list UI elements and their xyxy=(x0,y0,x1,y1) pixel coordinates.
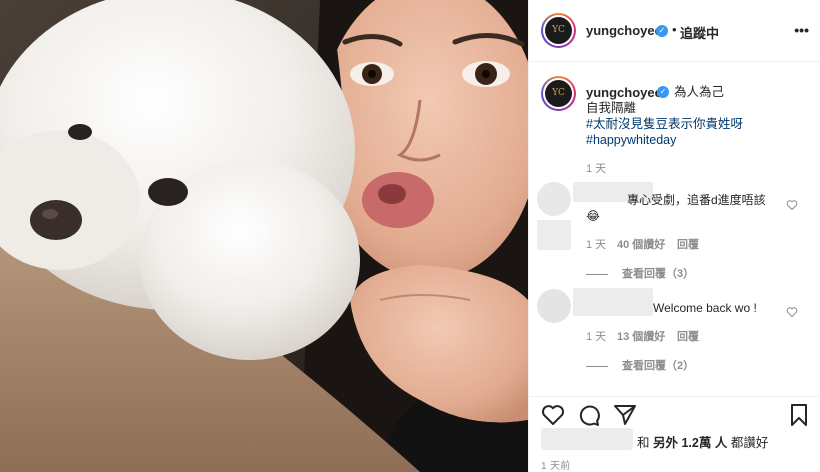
comment-like-count[interactable]: 40 個讚好 xyxy=(617,236,665,252)
comment-like-heart-icon[interactable] xyxy=(786,199,798,211)
replies-divider-line xyxy=(586,365,608,367)
post-header: YC yungchoyee ✓ • 追蹤中 ••• xyxy=(529,0,820,62)
comment-avatar[interactable] xyxy=(537,289,571,323)
post-photo[interactable] xyxy=(0,0,528,472)
caption-line-1: 為人為己 xyxy=(674,85,725,99)
comment-like-count[interactable]: 13 個讚好 xyxy=(617,328,665,344)
post-side-panel: YC yungchoyee ✓ • 追蹤中 ••• YC yungchoyee … xyxy=(528,0,820,472)
likes-prefix: 和 xyxy=(637,436,650,450)
author-avatar[interactable]: YC xyxy=(541,13,576,48)
author-username[interactable]: yungchoyee xyxy=(586,23,662,38)
following-button[interactable]: 追蹤中 xyxy=(680,23,719,42)
comment-like-heart-icon[interactable] xyxy=(786,306,798,318)
liker-avatars-blurred[interactable] xyxy=(541,428,633,450)
caption-line-2: 自我隔離 xyxy=(586,101,637,115)
post-action-bar xyxy=(529,396,820,430)
likes-count[interactable]: 另外 1.2萬 人 xyxy=(653,436,727,450)
caption-hashtag-2[interactable]: #happywhiteday xyxy=(586,132,676,148)
comment-timestamp[interactable]: 1 天 xyxy=(586,236,606,252)
likes-suffix: 都讚好 xyxy=(730,436,769,450)
more-options-icon[interactable]: ••• xyxy=(794,22,809,38)
comment-text-emoji: 😂 xyxy=(586,209,601,223)
post-timestamp[interactable]: 1 天前 xyxy=(541,457,571,472)
avatar-logo: YC xyxy=(545,80,572,107)
view-replies-button[interactable]: 查看回覆（3） xyxy=(586,265,694,281)
view-replies-label: 查看回覆（3） xyxy=(622,268,695,280)
view-replies-button[interactable]: 查看回覆（2） xyxy=(586,357,694,373)
caption-timestamp[interactable]: 1 天 xyxy=(586,160,606,176)
replies-divider-line xyxy=(586,273,608,275)
share-paper-plane-icon[interactable] xyxy=(613,403,637,427)
caption-username[interactable]: yungchoyee xyxy=(586,85,662,100)
avatar-logo: YC xyxy=(545,17,572,44)
verified-badge-icon: ✓ xyxy=(656,25,668,37)
comment-timestamp[interactable]: 1 天 xyxy=(586,328,606,344)
likes-summary-text[interactable]: 和 另外 1.2萬 人 都讚好 xyxy=(637,432,768,451)
verified-badge-icon: ✓ xyxy=(657,86,669,98)
likes-summary: 和 另外 1.2萬 人 都讚好 xyxy=(541,428,811,452)
comment-bubble-icon[interactable] xyxy=(577,403,601,427)
like-heart-icon[interactable] xyxy=(541,403,565,427)
comment-avatar-blur xyxy=(537,220,571,250)
comment-reply-button[interactable]: 回覆 xyxy=(677,236,699,252)
save-bookmark-icon[interactable] xyxy=(787,403,811,427)
comment-username-blurred[interactable] xyxy=(573,288,653,316)
separator-dot: • xyxy=(672,22,677,37)
comment-text: 專心受劇，追番d進度唔該 xyxy=(627,193,766,207)
comment-avatar[interactable] xyxy=(537,182,571,216)
caption-hashtag-1[interactable]: #太耐沒見隻豆表示你貴姓呀 xyxy=(586,116,743,132)
view-replies-label: 查看回覆（2） xyxy=(622,360,695,372)
comment-reply-button[interactable]: 回覆 xyxy=(677,328,699,344)
caption-avatar[interactable]: YC xyxy=(541,76,576,111)
comment-text: Welcome back wo ! xyxy=(653,301,757,315)
